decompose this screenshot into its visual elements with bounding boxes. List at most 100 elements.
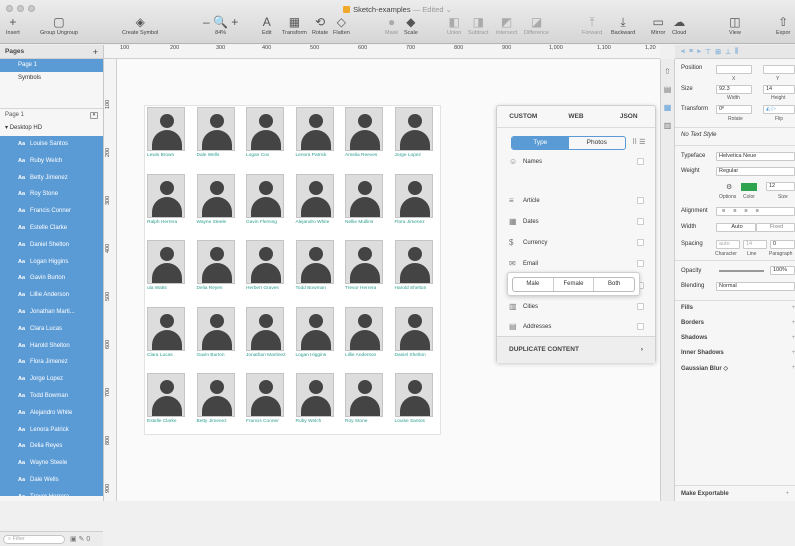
person-name[interactable]: Todd Bowman (296, 286, 339, 292)
person-name[interactable]: Harold Shelton (395, 286, 438, 292)
add-icon[interactable]: + (791, 350, 795, 356)
tab-custom[interactable]: CUSTOM (497, 113, 550, 120)
person-name[interactable]: ula Watts (147, 286, 190, 292)
person-name[interactable]: Jorge Lopez (395, 153, 438, 159)
person-name[interactable]: Alejandro White (296, 220, 339, 226)
person-name[interactable]: Lewis Brown (147, 153, 190, 159)
options-gear-icon[interactable]: ⚙ (726, 183, 732, 191)
layer-item[interactable]: Aa Flora Jimenez (0, 354, 103, 371)
avatar-card[interactable]: Ralph Herrera (147, 173, 190, 226)
text-alignment-buttons[interactable]: ≡≡≡≡ (716, 207, 795, 216)
person-name[interactable]: Herbert Graves (246, 286, 289, 292)
avatar-card[interactable]: Francis Conner (246, 373, 289, 425)
gender-both[interactable]: Both (594, 278, 634, 291)
layer-item[interactable]: Aa Jonathan Marti... (0, 304, 103, 321)
toolbar-button-view[interactable]: ◫ View (729, 15, 741, 36)
person-name[interactable]: Ruby Welch (296, 419, 339, 425)
grid-icon[interactable]: ▥ (663, 121, 673, 131)
avatar-card[interactable]: Delia Reyes (196, 240, 240, 292)
toolbar-button-mirror[interactable]: ▭ Mirror (651, 15, 665, 36)
text-style-select[interactable]: No Text Style (681, 132, 795, 138)
collapse-icon[interactable]: ▾ (90, 111, 98, 119)
align-middle-icon[interactable]: ⊞ (715, 48, 721, 56)
add-icon[interactable]: + (791, 305, 795, 311)
avatar-card[interactable]: Roy Stone (345, 373, 388, 425)
person-name[interactable]: Lillie Anderson (345, 353, 388, 359)
gender-female[interactable]: Female (554, 278, 595, 291)
layer-item[interactable]: Aa Wayne Steele (0, 455, 103, 472)
make-exportable-section[interactable]: Make Exportable + (675, 485, 795, 501)
avatar-card[interactable]: Betty Jimenez (196, 373, 240, 425)
add-export-icon[interactable]: + (785, 491, 789, 497)
align-right-icon[interactable]: ⫸ (697, 48, 701, 56)
person-name[interactable]: Gavin Burton (197, 353, 240, 359)
align-top-icon[interactable]: ⊤ (705, 48, 711, 56)
layer-item[interactable]: Aa Trevor Herrera (0, 489, 103, 496)
person-name[interactable]: Nellie Mullins (345, 220, 388, 226)
duplicate-content-section[interactable]: DUPLICATE CONTENT › (497, 336, 655, 363)
layer-item[interactable]: Aa Louise Santos (0, 136, 103, 153)
layer-item[interactable]: Aa Francis Conner (0, 203, 103, 220)
height-input[interactable]: 14 (763, 85, 795, 94)
artboard-desktop-hd[interactable]: ▾ Desktop HD (0, 122, 103, 135)
avatar-card[interactable]: Lillie Anderson (345, 306, 388, 359)
avatar-card[interactable]: Alejandro White (295, 173, 339, 226)
toolbar-button-edit[interactable]: A Edit (262, 15, 271, 36)
layer-item[interactable]: Aa Alejandro White (0, 405, 103, 422)
toolbar-button-group-ungroup[interactable]: ▢ Group Ungroup (40, 15, 78, 36)
width-input[interactable]: 92.3 (716, 85, 752, 94)
person-name[interactable]: Dale Wells (197, 153, 240, 159)
layer-item[interactable]: Aa Harold Shelton (0, 338, 103, 355)
add-icon[interactable]: + (791, 335, 795, 341)
data-row-currency[interactable]: $ Currency (509, 236, 644, 249)
layer-item[interactable]: Aa Lenora Patrick (0, 422, 103, 439)
gender-male[interactable]: Male (513, 278, 554, 291)
filter-input[interactable]: ⌕ Filter (3, 534, 65, 544)
person-name[interactable]: Betty Jimenez (197, 419, 240, 425)
layer-item[interactable]: Aa Gavin Burton (0, 270, 103, 287)
auto-width-button[interactable]: Auto (716, 223, 756, 232)
avatar-card[interactable]: Estelle Clarke (147, 373, 190, 425)
person-name[interactable]: Amelia Reeves (345, 153, 388, 159)
person-name[interactable]: Daniel Shelton (395, 353, 438, 359)
checkbox[interactable] (637, 218, 644, 225)
grid-list-icon[interactable]: ⠿ ☰ (632, 138, 645, 146)
toolbar-button-difference[interactable]: ◪ Difference (524, 15, 549, 36)
layer-item[interactable]: Aa Delia Reyes (0, 438, 103, 455)
layer-item[interactable]: Aa Lillie Anderson (0, 287, 103, 304)
person-name[interactable]: Estelle Clarke (147, 419, 190, 425)
distribute-icon[interactable]: ⫼ (735, 48, 738, 56)
toolbar-button-rotate[interactable]: ⟲ Rotate (312, 15, 328, 36)
artboard[interactable]: Lewis Brown Dale Wells Logan Cox Lenora Pat… (144, 105, 441, 435)
avatar-card[interactable]: Daniel Shelton (394, 306, 438, 359)
toolbar-button-flatten[interactable]: ◇ Flatten (333, 15, 350, 36)
layer-item[interactable]: Aa Daniel Shelton (0, 237, 103, 254)
toolbar-button-backward[interactable]: ⤓ Backward (611, 15, 635, 36)
avatar-card[interactable]: Gavin Burton (196, 306, 240, 359)
avatar-card[interactable]: Lewis Brown (147, 107, 190, 159)
person-name[interactable]: Trevor Herrera (345, 286, 388, 292)
checkbox[interactable] (637, 239, 644, 246)
person-name[interactable]: Lenora Patrick (296, 153, 339, 159)
print-icon[interactable]: ▤ (663, 85, 673, 95)
page-item-symbols[interactable]: Symbols (0, 72, 103, 85)
person-name[interactable]: Francis Conner (246, 419, 289, 425)
person-name[interactable]: Logan Higgins (296, 353, 339, 359)
section-gaussian-blur-[interactable]: Gaussian Blur ◇ + (681, 365, 795, 372)
section-fills[interactable]: Fills + (681, 305, 795, 311)
layer-item[interactable]: Aa Clara Lucas (0, 321, 103, 338)
vertical-ruler[interactable]: 100 200 300 400 500 600 700 800 900 (104, 59, 117, 501)
toolbar-button-insert[interactable]: + Insert (6, 15, 20, 36)
current-page-header[interactable]: Page 1 ▾ (0, 108, 103, 121)
segment-type[interactable]: Type (512, 137, 569, 149)
person-name[interactable]: Jonathan Martinez (246, 353, 289, 359)
segment-photos[interactable]: Photos (569, 137, 626, 149)
layer-item[interactable]: Aa Roy Stone (0, 186, 103, 203)
layer-item[interactable]: Aa Betty Jimenez (0, 170, 103, 187)
weight-select[interactable]: Regular (716, 167, 795, 176)
checkbox[interactable] (637, 323, 644, 330)
opacity-slider[interactable] (719, 270, 764, 272)
toolbar-button-intersect[interactable]: ◩ Intersect (496, 15, 517, 36)
rotate-input[interactable]: 0º (716, 105, 752, 114)
flip-buttons[interactable]: ◭ ▷ (763, 105, 795, 114)
